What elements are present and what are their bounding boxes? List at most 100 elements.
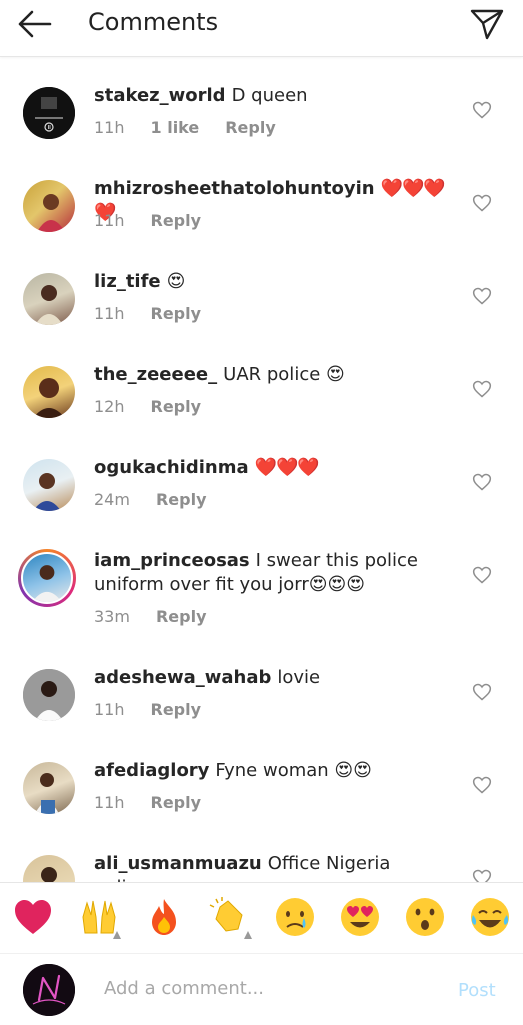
comment-username[interactable]: ali_usmanmuazu [94,853,262,874]
send-icon[interactable] [469,6,505,42]
comment-row: adeshewa_wahab lovie 11h Reply [0,642,523,735]
avatar[interactable] [23,87,75,139]
comment-composer: Add a comment... Post [0,953,523,1025]
comment-text: ogukachidinma ❤️❤️❤️ [94,456,446,480]
raising-hands-icon[interactable] [77,895,121,939]
comment-time: 11h [94,793,125,812]
comment-username[interactable]: adeshewa_wahab [94,667,271,688]
fire-icon[interactable] [142,895,186,939]
avatar-photo [33,378,65,418]
comment-time: 24m [94,490,130,509]
avatar[interactable] [23,855,75,882]
avatar-photo [33,473,61,511]
like-heart-icon[interactable] [472,286,492,306]
avatar-photo [35,285,63,325]
like-heart-icon[interactable] [472,775,492,795]
comment-list[interactable]: stakez_world D queen 11h 1 like Reply mhizr… [0,60,523,882]
comment-row: mhizrosheethatolohuntoyin ❤️❤️❤️❤️ 11h Rep… [0,153,523,246]
comment-row: ali_usmanmuazuOffice Nigeria police [0,828,523,882]
crying-face-icon[interactable] [273,895,317,939]
comment-meta: 33m Reply [94,607,233,626]
comment-body: 😍 [166,271,186,292]
comment-text: adeshewa_wahab lovie [94,666,446,690]
comment-row: afediaglory Fyne woman 😍😍 11h Reply [0,735,523,828]
like-heart-icon[interactable] [472,100,492,120]
avatar[interactable] [23,180,75,232]
comment-username[interactable]: ogukachidinma [94,457,249,478]
comment-row: ogukachidinma ❤️❤️❤️ 24m Reply [0,432,523,525]
comment-body: Fyne woman 😍😍 [215,760,372,781]
comment-username[interactable]: iam_princeosas [94,550,250,571]
comment-time: 11h [94,304,125,323]
comment-meta: 11h Reply [94,211,227,230]
comment-username[interactable]: stakez_world [94,85,226,106]
my-avatar[interactable] [23,964,75,1016]
avatar-photo [37,194,65,232]
tears-of-joy-icon[interactable] [468,895,512,939]
comment-username[interactable]: liz_tife [94,271,161,292]
comment-text: afediaglory Fyne woman 😍😍 [94,759,446,783]
comment-body: lovie [277,667,321,688]
comment-text: the_zeeeee_ UAR police 😍 [94,363,446,387]
nollygist-logo-icon [23,964,75,1016]
header: Comments [0,0,523,57]
avatar-story-ring[interactable] [18,549,76,607]
reply-button[interactable]: Reply [151,793,202,812]
like-heart-icon[interactable] [472,565,492,585]
comment-time: 12h [94,397,125,416]
red-heart-icon[interactable] [11,895,55,939]
reply-button[interactable]: Reply [156,607,207,626]
like-heart-icon[interactable] [472,868,492,882]
surprised-face-icon[interactable] [403,895,447,939]
comment-body: UAR police 😍 [223,364,345,385]
comment-meta: 11h Reply [94,304,227,323]
comment-meta: 24m Reply [94,490,233,509]
avatar-photo [23,669,75,721]
comment-text: ali_usmanmuazuOffice Nigeria police [94,852,446,882]
comment-username[interactable]: afediaglory [94,760,209,781]
comment-time: 11h [94,700,125,719]
comment-time: 11h [94,211,125,230]
comment-likes[interactable]: 1 like [151,118,200,137]
like-heart-icon[interactable] [472,472,492,492]
heart-eyes-icon[interactable] [338,895,382,939]
like-heart-icon[interactable] [472,682,492,702]
like-heart-icon[interactable] [472,379,492,399]
clapping-hands-icon[interactable] [208,895,252,939]
reply-button[interactable]: Reply [151,304,202,323]
back-arrow-icon[interactable] [14,8,54,40]
comment-meta: 11h Reply [94,700,227,719]
reply-button[interactable]: Reply [151,700,202,719]
comment-input[interactable]: Add a comment... [104,978,264,999]
comment-body: ❤️❤️❤️ [254,457,320,478]
avatar-photo [41,867,57,882]
avatar[interactable] [23,366,75,418]
avatar[interactable] [23,669,75,721]
avatar[interactable] [23,459,75,511]
comment-text: liz_tife 😍 [94,270,446,294]
avatar-music-player-image [23,87,75,139]
comment-username[interactable]: the_zeeeee_ [94,364,217,385]
comment-row: liz_tife 😍 11h Reply [0,246,523,339]
avatar[interactable] [23,762,75,814]
post-button[interactable]: Post [458,980,496,1001]
reply-button[interactable]: Reply [151,397,202,416]
like-heart-icon[interactable] [472,193,492,213]
avatar [21,552,73,604]
avatar[interactable] [23,273,75,325]
avatar-photo [35,773,59,814]
comment-text: iam_princeosas I swear this police unifor… [94,549,446,597]
comment-time: 33m [94,607,130,626]
emoji-quick-bar [0,882,523,953]
comment-row: the_zeeeee_ UAR police 😍 12h Reply [0,339,523,432]
reply-button[interactable]: Reply [151,211,202,230]
comment-row: stakez_world D queen 11h 1 like Reply [0,60,523,153]
comment-meta: 11h 1 like Reply [94,118,302,137]
reply-button[interactable]: Reply [156,490,207,509]
comment-username[interactable]: mhizrosheethatolohuntoyin [94,178,375,199]
comment-body: D queen [231,85,308,106]
comment-row: iam_princeosas I swear this police unifor… [0,525,523,642]
avatar-photo [32,565,62,602]
comment-meta: 12h Reply [94,397,227,416]
reply-button[interactable]: Reply [225,118,276,137]
